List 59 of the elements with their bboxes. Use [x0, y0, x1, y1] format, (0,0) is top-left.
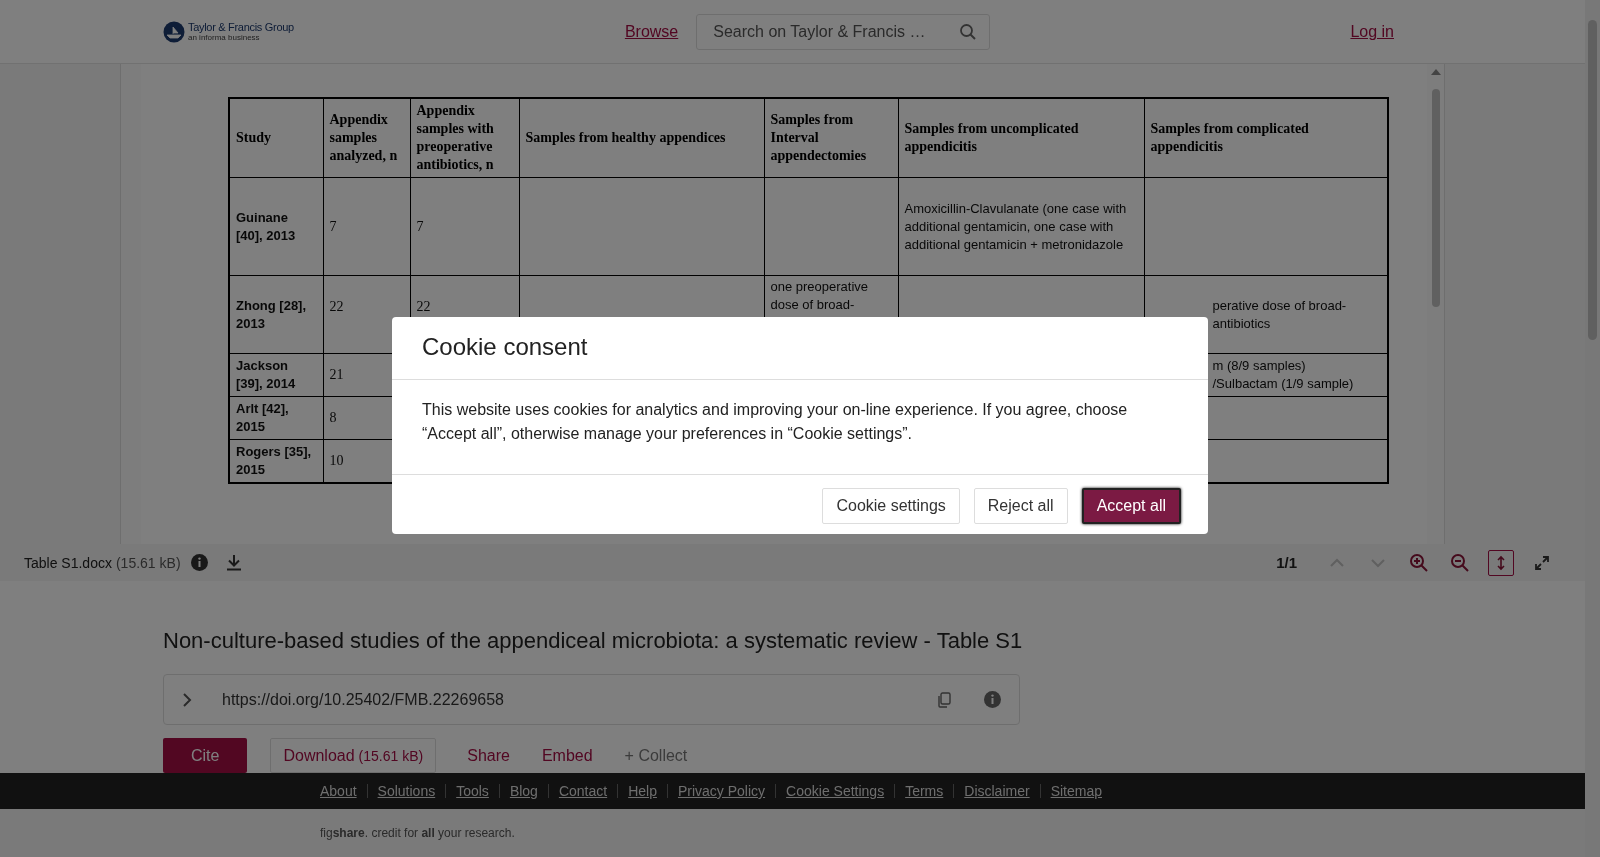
- column-header: Appendix samples analyzed, n: [323, 98, 410, 178]
- column-header: Study: [229, 98, 323, 178]
- file-size: (15.61 kB): [115, 554, 181, 571]
- scrollbar-thumb[interactable]: [1431, 89, 1440, 307]
- column-header: Samples from uncomplicated appendicitis: [898, 98, 1144, 178]
- action-link[interactable]: Embed: [525, 738, 609, 773]
- footer-link[interactable]: Cookie Settings: [775, 784, 895, 798]
- column-header: Samples from healthy appendices: [519, 98, 764, 178]
- footer-link[interactable]: About: [320, 784, 367, 798]
- logo-tagline: an informa business: [188, 33, 261, 42]
- item-title: Non-culture-based studies of the appendiceal microbiota: a systematic review - Table S1: [163, 628, 1020, 654]
- footer-link[interactable]: Tools: [445, 784, 499, 798]
- footer-link[interactable]: Disclaimer: [953, 784, 1040, 798]
- scroll-up-icon[interactable]: [1430, 69, 1441, 75]
- footer-link[interactable]: Terms: [894, 784, 954, 798]
- toolbar-button[interactable]: [1488, 549, 1514, 576]
- dialog-button[interactable]: Reject all: [973, 488, 1068, 524]
- file-name: Table S1.docx: [24, 554, 112, 571]
- search-field[interactable]: Search on Taylor & Francis …: [696, 13, 991, 50]
- footer-link[interactable]: Help: [617, 784, 667, 798]
- fit-height-icon[interactable]: [1494, 554, 1508, 571]
- footer-link[interactable]: Sitemap: [1039, 784, 1112, 798]
- download-button[interactable]: Download (15.61 kB): [270, 738, 437, 773]
- login-link[interactable]: Log in: [1350, 22, 1394, 41]
- info-icon[interactable]: [984, 691, 1001, 708]
- fullscreen-icon[interactable]: [1534, 554, 1550, 571]
- column-header: Appendix samples with preoperative antibiotics, n: [410, 98, 519, 178]
- footer-tagline: figshare. credit for all your research.: [320, 826, 515, 840]
- footer-link[interactable]: Privacy Policy: [666, 784, 776, 798]
- dialog-button[interactable]: Cookie settings: [822, 488, 960, 524]
- table-cell: Jackson [39], 2014: [229, 353, 323, 397]
- cite-button[interactable]: Cite: [163, 738, 248, 773]
- doi-link[interactable]: https://doi.org/10.25402/FMB.22269658: [222, 690, 937, 709]
- info-icon[interactable]: [190, 554, 208, 571]
- column-header: Samples from Interval appendectomies: [764, 98, 898, 178]
- table-cell: Zhong [28], 2013: [229, 275, 323, 354]
- chevron-right-icon[interactable]: [182, 691, 192, 708]
- search-icon[interactable]: [959, 22, 978, 41]
- page-indicator: 1/1: [1276, 554, 1297, 571]
- browse-link[interactable]: Browse: [624, 22, 679, 41]
- footer-link[interactable]: Contact: [547, 784, 618, 798]
- download-icon[interactable]: [225, 554, 242, 571]
- dialog-button[interactable]: Accept all: [1081, 488, 1181, 524]
- table-cell: 7: [323, 177, 410, 276]
- table-cell: Arlt [42], 2015: [229, 396, 323, 440]
- dialog-title: Cookie consent: [392, 317, 1208, 380]
- logo-icon: [163, 20, 185, 43]
- table-cell: Amoxicillin-Clavulanate (one case with additional gentamicin, one case with additional gentamicin + metronidazole: [898, 177, 1144, 276]
- search-input[interactable]: Search on Taylor & Francis …: [711, 21, 960, 42]
- footer-link[interactable]: Blog: [498, 784, 548, 798]
- action-link[interactable]: + Collect: [608, 738, 704, 773]
- logo-name[interactable]: Taylor & Francis Group: [188, 21, 294, 33]
- table-cell: 7: [410, 177, 519, 276]
- table-cell: Guinane [40], 2013: [229, 177, 323, 276]
- dialog-text: This website uses cookies for analytics and improving your on-line experience. If you agree, choose “Accept all”, otherwise manage your preferences in “Cookie settings”.: [392, 380, 1208, 475]
- page-scrollbar[interactable]: [1585, 0, 1600, 857]
- copy-icon[interactable]: [937, 691, 951, 708]
- action-link[interactable]: Share: [451, 738, 526, 773]
- footer-link[interactable]: Solutions: [366, 784, 446, 798]
